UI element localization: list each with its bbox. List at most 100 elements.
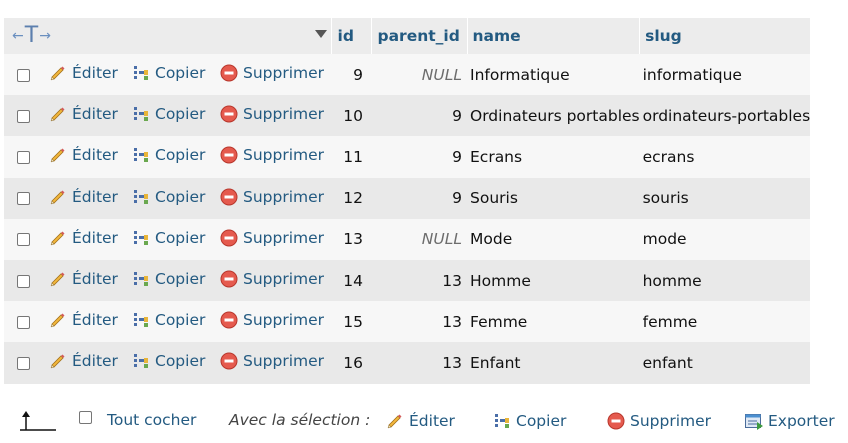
row-edit-button[interactable]: Éditer	[48, 351, 118, 371]
row-copy-button[interactable]: Copier	[131, 310, 205, 330]
row-spacer	[810, 177, 821, 219]
column-arrows-icon[interactable]: ← T →	[4, 25, 51, 47]
row-delete-cell: Supprimer	[219, 95, 331, 137]
row-copy-label: Copier	[155, 187, 206, 206]
row-checkbox[interactable]	[17, 109, 30, 123]
cell-id: 16	[331, 342, 371, 384]
row-copy-label: Copier	[155, 64, 206, 83]
cell-name: Mode	[467, 218, 640, 260]
copy-icon	[131, 269, 151, 289]
delete-icon	[219, 269, 239, 289]
row-copy-button[interactable]: Copier	[131, 269, 205, 289]
column-header-name[interactable]: name	[467, 18, 641, 54]
row-delete-cell: Supprimer	[219, 136, 331, 178]
sort-triangle-icon[interactable]	[311, 27, 327, 45]
row-edit-label: Éditer	[72, 352, 118, 371]
row-edit-button[interactable]: Éditer	[48, 187, 118, 207]
copy-icon	[131, 63, 151, 83]
row-copy-button[interactable]: Copier	[131, 187, 205, 207]
cell-slug: homme	[639, 259, 811, 302]
row-copy-button[interactable]: Copier	[131, 228, 205, 248]
row-edit-button[interactable]: Éditer	[48, 104, 118, 124]
cell-name: Ordinateurs portables	[467, 95, 640, 137]
row-spacer	[810, 218, 821, 260]
copy-icon	[131, 187, 151, 207]
row-delete-label: Supprimer	[243, 105, 325, 124]
table-row: Éditer Copier Supprimer 13 NULL Mode mod…	[4, 218, 821, 260]
row-checkbox[interactable]	[17, 192, 30, 206]
row-copy-button[interactable]: Copier	[131, 145, 205, 165]
bulk-copy-label: Copier	[516, 412, 567, 430]
cell-name: Enfant	[467, 342, 640, 384]
row-checkbox[interactable]	[17, 150, 30, 164]
pencil-icon	[48, 228, 68, 248]
row-edit-button[interactable]: Éditer	[48, 63, 118, 83]
row-delete-button[interactable]: Supprimer	[219, 228, 324, 248]
row-checkbox[interactable]	[17, 233, 30, 247]
row-checkbox-cell	[4, 95, 48, 137]
table-row: Éditer Copier Supprimer 10 9 Ordinateurs…	[4, 95, 821, 137]
row-delete-button[interactable]: Supprimer	[219, 104, 324, 124]
cell-id: 15	[331, 301, 371, 343]
check-all-label[interactable]: Tout cocher	[107, 411, 196, 429]
pencil-icon	[385, 411, 405, 431]
bulk-delete-button[interactable]: Supprimer	[606, 411, 711, 431]
bulk-copy-button[interactable]: Copier	[492, 411, 566, 431]
row-delete-button[interactable]: Supprimer	[219, 63, 324, 83]
bulk-export-label: Exporter	[768, 412, 835, 430]
bulk-export-button[interactable]: Exporter	[744, 411, 835, 431]
check-all-checkbox[interactable]	[79, 411, 92, 424]
row-edit-button[interactable]: Éditer	[48, 145, 118, 165]
row-delete-cell: Supprimer	[219, 342, 331, 384]
column-header-parent-id[interactable]: parent_id	[371, 18, 468, 54]
row-checkbox[interactable]	[17, 274, 30, 288]
column-header-id[interactable]: id	[331, 18, 372, 54]
column-header-slug[interactable]: slug	[639, 18, 811, 54]
cell-name: Souris	[467, 177, 640, 219]
row-spacer	[810, 342, 821, 384]
cell-id: 10	[331, 95, 371, 137]
row-spacer	[810, 136, 821, 178]
delete-icon	[219, 145, 239, 165]
copy-icon	[131, 228, 151, 248]
pencil-icon	[48, 187, 68, 207]
row-edit-button[interactable]: Éditer	[48, 310, 118, 330]
with-selection-label: Avec la sélection :	[229, 411, 371, 429]
cell-slug: mode	[639, 218, 811, 260]
copy-icon	[492, 411, 512, 431]
column-move-control[interactable]: ← T →	[4, 18, 332, 54]
row-checkbox-cell	[4, 177, 48, 219]
bulk-actions-bar: Tout cocher Avec la sélection : Éditer C…	[0, 399, 848, 443]
row-edit-button[interactable]: Éditer	[48, 269, 118, 289]
row-delete-button[interactable]: Supprimer	[219, 269, 324, 289]
row-delete-button[interactable]: Supprimer	[219, 187, 324, 207]
row-delete-button[interactable]: Supprimer	[219, 145, 324, 165]
cell-slug: femme	[639, 301, 811, 343]
row-checkbox[interactable]	[17, 315, 30, 329]
delete-icon	[219, 310, 239, 330]
row-copy-label: Copier	[155, 311, 206, 330]
row-checkbox[interactable]	[17, 356, 30, 370]
row-copy-label: Copier	[155, 270, 206, 289]
pencil-icon	[48, 104, 68, 124]
header-spacer	[810, 18, 821, 54]
row-delete-button[interactable]: Supprimer	[219, 310, 324, 330]
row-delete-button[interactable]: Supprimer	[219, 351, 324, 371]
row-copy-button[interactable]: Copier	[131, 104, 205, 124]
row-checkbox[interactable]	[17, 68, 30, 82]
pencil-icon	[48, 63, 68, 83]
delete-icon	[219, 228, 239, 248]
copy-icon	[131, 145, 151, 165]
row-delete-label: Supprimer	[243, 146, 325, 165]
bulk-edit-button[interactable]: Éditer	[385, 411, 455, 431]
row-edit-label: Éditer	[72, 270, 118, 289]
table-row: Éditer Copier Supprimer 11 9 Ecrans ecra…	[4, 136, 821, 178]
cell-name: Informatique	[467, 54, 640, 96]
row-copy-button[interactable]: Copier	[131, 351, 205, 371]
row-spacer	[810, 259, 821, 302]
row-checkbox-cell	[4, 342, 48, 384]
row-copy-button[interactable]: Copier	[131, 63, 205, 83]
row-copy-label: Copier	[155, 105, 206, 124]
row-edit-button[interactable]: Éditer	[48, 228, 118, 248]
cell-parent-id: NULL	[371, 54, 467, 96]
